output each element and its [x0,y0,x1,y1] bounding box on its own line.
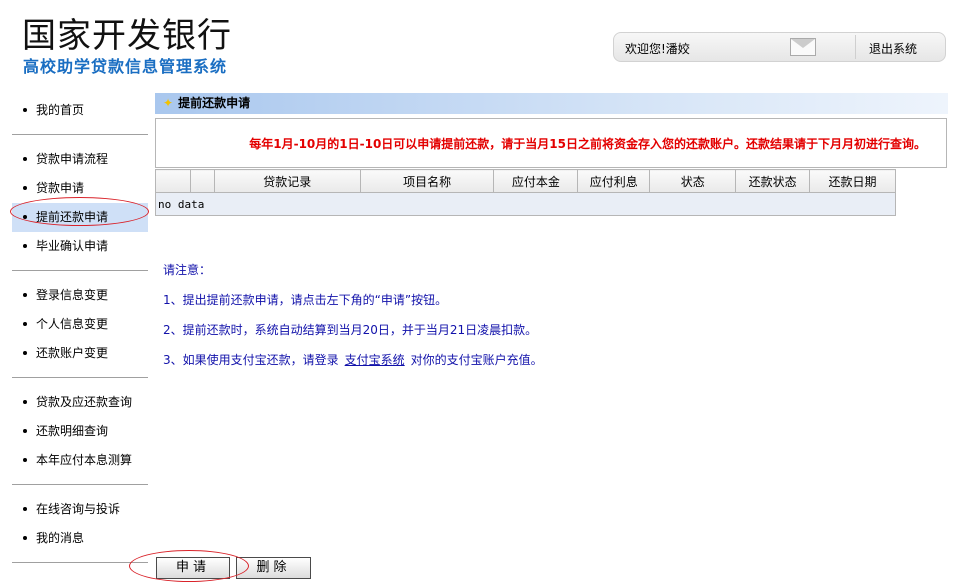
empty-table-message: no data [155,192,896,216]
sidebar-group-home: 我的首页 [12,92,148,135]
section-title-bar: ✦ 提前还款申请 [155,93,948,114]
bullet-icon [23,428,27,433]
bullet-icon [23,457,27,462]
table-header-row: 贷款记录 项目名称 应付本金 应付利息 状态 还款状态 还款日期 [155,169,896,193]
user-bar-divider [855,35,856,59]
sidebar-item-label: 还款明细查询 [36,424,109,438]
sidebar-group-service: 在线咨询与投诉 我的消息 [12,491,148,563]
sidebar-item-repayment-account[interactable]: 还款账户变更 [12,339,148,368]
notice-text: 每年1月-10月的1日-10日可以申请提前还款，请于当月15日之前将资金存入您的… [249,136,926,151]
sidebar-item-label: 个人信息变更 [36,317,109,331]
star-icon: ✦ [163,96,174,110]
table-row: no data [155,192,896,216]
sidebar-item-messages[interactable]: 我的消息 [12,524,148,553]
note-line-1: 1、提出提前还款申请，请点击左下角的“申请”按钮。 [163,293,448,307]
welcome-text: 欢迎您!潘姣 [625,42,690,56]
table-header-cell: 项目名称 [359,169,495,193]
table-header-cell: 应付本金 [493,169,579,193]
sidebar-nav: 我的首页 贷款申请流程 贷款申请 提前还款申请 毕业确认申请 登录信息变更 个人… [12,92,148,569]
sidebar-item-label: 还款账户变更 [36,346,109,360]
bullet-icon [23,350,27,355]
table-header-cell [155,169,191,193]
table-header-cell: 状态 [649,169,737,193]
sidebar-item-loan-query[interactable]: 贷款及应还款查询 [12,388,148,417]
sidebar-item-label: 贷款申请 [36,181,85,195]
notes-section: 请注意： 1、提出提前还款申请，请点击左下角的“申请”按钮。 2、提前还款时，系… [163,262,543,382]
sidebar-item-loan-process[interactable]: 贷款申请流程 [12,145,148,174]
notice-box: 每年1月-10月的1日-10日可以申请提前还款，请于当月15日之前将资金存入您的… [155,118,947,168]
sidebar-item-early-repayment[interactable]: 提前还款申请 [12,203,148,232]
table-header-cell: 还款日期 [809,169,896,193]
apply-button[interactable]: 申请 [156,557,230,579]
sidebar-item-loan-apply[interactable]: 贷款申请 [12,174,148,203]
sidebar-item-home[interactable]: 我的首页 [12,96,148,125]
section-title: 提前还款申请 [178,96,251,110]
bullet-icon [23,214,27,219]
sidebar-item-label: 我的首页 [36,103,85,117]
bullet-icon [23,506,27,511]
note-line-3-suffix: 对你的支付宝账户充值。 [410,353,543,367]
sidebar-item-label: 提前还款申请 [36,210,109,224]
sidebar-item-login-info[interactable]: 登录信息变更 [12,281,148,310]
sidebar-group-loan: 贷款申请流程 贷款申请 提前还款申请 毕业确认申请 [12,141,148,271]
table-header-cell: 应付利息 [577,169,651,193]
sidebar-group-info: 登录信息变更 个人信息变更 还款账户变更 [12,277,148,378]
sidebar-item-label: 贷款申请流程 [36,152,109,166]
table-header-cell: 贷款记录 [213,169,361,193]
sidebar-item-graduation-confirm[interactable]: 毕业确认申请 [12,232,148,261]
bullet-icon [23,107,27,112]
sidebar-item-interest-calc[interactable]: 本年应付本息测算 [12,446,148,475]
sidebar-item-label: 在线咨询与投诉 [36,502,121,516]
note-line-3-prefix: 3、如果使用支付宝还款，请登录 [163,353,339,367]
bullet-icon [23,292,27,297]
repayment-table: 贷款记录 项目名称 应付本金 应付利息 状态 还款状态 还款日期 no data [155,169,896,216]
mail-icon[interactable] [790,38,816,56]
system-name: 高校助学贷款信息管理系统 [23,57,228,76]
bullet-icon [23,321,27,326]
note-line-3: 3、如果使用支付宝还款，请登录 支付宝系统 对你的支付宝账户充值。 [163,352,543,382]
sidebar-item-repayment-detail[interactable]: 还款明细查询 [12,417,148,446]
notes-heading: 请注意： [163,263,212,277]
user-bar: 欢迎您!潘姣 退出系统 [613,32,946,62]
sidebar-item-label: 登录信息变更 [36,288,109,302]
sidebar-item-label: 毕业确认申请 [36,239,109,253]
logout-link[interactable]: 退出系统 [869,40,917,57]
note-line-2: 2、提前还款时，系统自动结算到当月20日，并于当月21日凌晨扣款。 [163,323,538,337]
bullet-icon [23,399,27,404]
sidebar-item-personal-info[interactable]: 个人信息变更 [12,310,148,339]
sidebar-item-label: 本年应付本息测算 [36,453,133,467]
table-header-cell [189,169,215,193]
sidebar-item-label: 贷款及应还款查询 [36,395,133,409]
sidebar-item-consult[interactable]: 在线咨询与投诉 [12,495,148,524]
sidebar-group-query: 贷款及应还款查询 还款明细查询 本年应付本息测算 [12,384,148,485]
bullet-icon [23,535,27,540]
alipay-link[interactable]: 支付宝系统 [345,353,405,367]
table-header-cell: 还款状态 [735,169,811,193]
bullet-icon [23,185,27,190]
bullet-icon [23,243,27,248]
bank-name: 国家开发银行 [22,16,232,56]
delete-button[interactable]: 删除 [236,557,311,579]
bullet-icon [23,156,27,161]
sidebar-item-label: 我的消息 [36,531,85,545]
